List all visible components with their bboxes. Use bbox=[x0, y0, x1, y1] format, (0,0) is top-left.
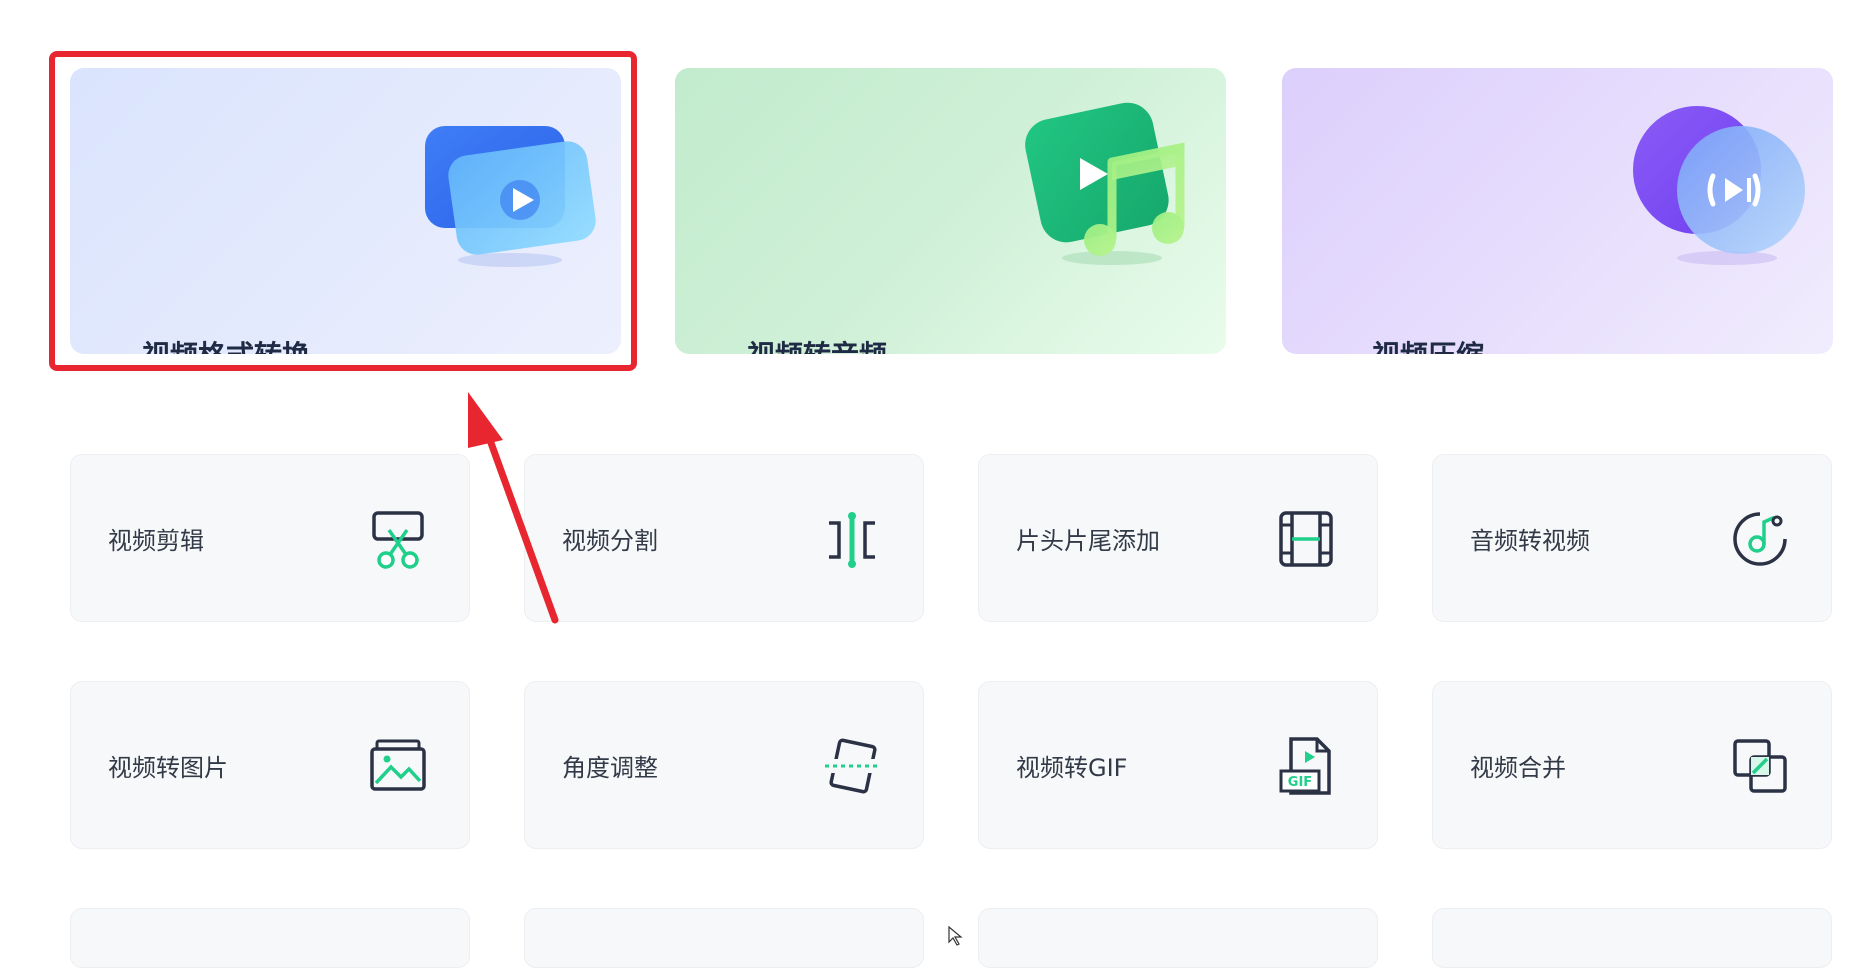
video-convert-icon bbox=[425, 126, 596, 267]
tool-card-video-merge[interactable]: 视频合并 bbox=[1432, 681, 1832, 849]
tool-label: 片头片尾添加 bbox=[1016, 527, 1160, 555]
image-icon bbox=[370, 739, 426, 791]
tool-card-partial[interactable] bbox=[978, 908, 1378, 968]
feature-card-label: 视频转音频 bbox=[747, 334, 887, 354]
tool-card-intro-outro[interactable]: 片头片尾添加 bbox=[978, 454, 1378, 622]
music-note-icon bbox=[1733, 512, 1787, 566]
feature-card-label: 视频压缩 bbox=[1372, 334, 1484, 354]
feature-card-video-convert[interactable]: 视频格式转换 bbox=[70, 68, 621, 354]
split-icon bbox=[829, 512, 875, 568]
feature-card-video-compress[interactable]: 视频压缩 bbox=[1282, 68, 1833, 354]
tool-card-partial[interactable] bbox=[1432, 908, 1832, 968]
gif-file-icon: GIF bbox=[1279, 737, 1331, 795]
tool-card-video-edit[interactable]: 视频剪辑 bbox=[70, 454, 470, 622]
video-compress-icon bbox=[1633, 106, 1805, 265]
tool-label: 视频转图片 bbox=[108, 754, 228, 782]
mouse-cursor-icon bbox=[948, 926, 963, 946]
rotate-icon bbox=[825, 738, 881, 794]
tool-card-angle-adjust[interactable]: 角度调整 bbox=[524, 681, 924, 849]
tool-label: 角度调整 bbox=[562, 754, 658, 782]
film-strip-icon bbox=[1279, 511, 1333, 567]
tool-card-partial[interactable] bbox=[524, 908, 924, 968]
tool-label: 视频剪辑 bbox=[108, 527, 204, 555]
tool-card-video-to-gif[interactable]: 视频转GIF GIF bbox=[978, 681, 1378, 849]
merge-icon bbox=[1733, 739, 1787, 793]
feature-card-video-to-audio[interactable]: 视频转音频 bbox=[675, 68, 1226, 354]
tool-card-video-split[interactable]: 视频分割 bbox=[524, 454, 924, 622]
video-to-audio-icon bbox=[1025, 102, 1185, 265]
scissors-icon bbox=[372, 511, 424, 569]
tool-label: 视频合并 bbox=[1470, 754, 1566, 782]
feature-card-label: 视频格式转换 bbox=[142, 334, 310, 354]
svg-text:GIF: GIF bbox=[1288, 775, 1312, 790]
tool-label: 视频转GIF bbox=[1016, 754, 1128, 782]
tool-card-video-to-image[interactable]: 视频转图片 bbox=[70, 681, 470, 849]
tool-label: 音频转视频 bbox=[1470, 527, 1590, 555]
tool-card-partial[interactable] bbox=[70, 908, 470, 968]
tool-card-audio-to-video[interactable]: 音频转视频 bbox=[1432, 454, 1832, 622]
tool-label: 视频分割 bbox=[562, 527, 658, 555]
